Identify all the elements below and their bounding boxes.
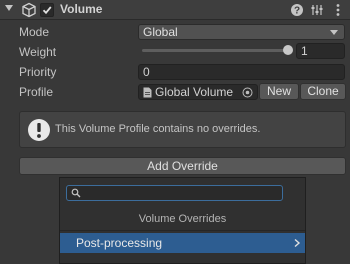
profile-object-field[interactable]: Global Volume bbox=[138, 84, 258, 100]
kebab-menu-icon[interactable] bbox=[331, 3, 345, 17]
search-input[interactable] bbox=[83, 186, 278, 200]
volume-overrides-popup: Volume Overrides Post-processing bbox=[59, 177, 306, 264]
search-icon bbox=[71, 188, 81, 198]
search-field[interactable] bbox=[66, 185, 283, 201]
mode-label: Mode bbox=[19, 25, 50, 39]
component-title: Volume bbox=[60, 2, 103, 16]
help-icon[interactable]: ? bbox=[290, 3, 304, 17]
chevron-right-icon bbox=[294, 238, 301, 248]
priority-field[interactable]: 0 bbox=[138, 64, 345, 80]
menu-item-post-processing[interactable]: Post-processing bbox=[60, 233, 305, 253]
add-override-button[interactable]: Add Override bbox=[19, 157, 346, 175]
info-icon bbox=[28, 119, 50, 141]
mode-dropdown[interactable]: Global bbox=[138, 24, 345, 40]
chevron-down-icon bbox=[330, 30, 338, 35]
weight-label: Weight bbox=[19, 45, 57, 59]
svg-text:?: ? bbox=[294, 6, 300, 17]
checkmark-icon bbox=[42, 6, 52, 15]
helpbox-message: This Volume Profile contains no override… bbox=[55, 123, 261, 135]
divider bbox=[60, 230, 305, 231]
menu-item-label: Post-processing bbox=[76, 236, 163, 250]
component-header: Volume ? bbox=[0, 0, 350, 20]
priority-label: Priority bbox=[19, 65, 57, 79]
new-profile-button[interactable]: New bbox=[259, 83, 299, 100]
profile-label: Profile bbox=[19, 85, 54, 99]
profile-value: Global Volume bbox=[155, 85, 234, 99]
weight-field[interactable]: 1 bbox=[296, 43, 345, 59]
weight-slider-handle[interactable] bbox=[283, 45, 293, 55]
asset-icon bbox=[143, 87, 152, 98]
cube-icon bbox=[22, 2, 36, 18]
clone-profile-button[interactable]: Clone bbox=[300, 83, 346, 100]
mode-value: Global bbox=[143, 25, 178, 39]
foldout-arrow-icon[interactable] bbox=[5, 5, 13, 11]
popup-title: Volume Overrides bbox=[138, 213, 227, 225]
enable-checkbox[interactable] bbox=[40, 3, 54, 17]
settings-sliders-icon[interactable] bbox=[310, 3, 324, 17]
target-picker-icon[interactable] bbox=[242, 87, 253, 98]
weight-slider-track[interactable] bbox=[142, 49, 290, 52]
info-helpbox: This Volume Profile contains no override… bbox=[19, 111, 346, 148]
